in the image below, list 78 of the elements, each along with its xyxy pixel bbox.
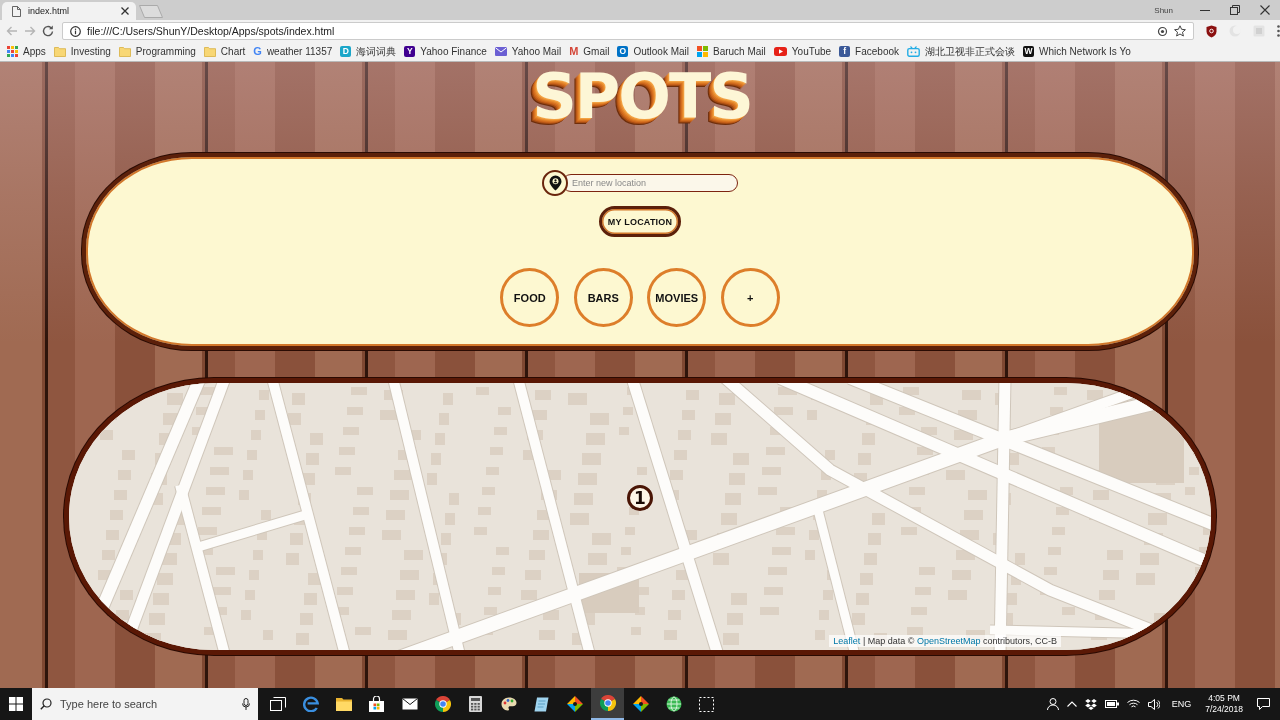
category-button[interactable]: + [720, 268, 780, 327]
restore-icon[interactable] [1230, 5, 1240, 15]
bookmark[interactable]: M Gmail [569, 46, 610, 57]
notification-icon[interactable] [1257, 698, 1270, 710]
reload-icon[interactable] [42, 25, 54, 37]
my-location-button[interactable]: MY LOCATION [598, 206, 682, 237]
taskbar-search-field[interactable]: Type here to search [32, 688, 258, 720]
attribution-link[interactable]: Leaflet [833, 636, 861, 646]
bookmark[interactable]: Baruch Mail [697, 46, 766, 57]
palette-icon[interactable] [500, 697, 517, 711]
close-icon[interactable] [121, 7, 129, 15]
globe-icon[interactable] [665, 696, 682, 712]
note-icon[interactable] [534, 696, 549, 712]
bookmark[interactable]: O Outlook Mail [617, 46, 689, 57]
bookmark[interactable]: Programming [118, 46, 196, 57]
speaker-icon[interactable] [1147, 698, 1160, 710]
logo-tile: Y [404, 46, 416, 57]
logo-tile: D [340, 46, 352, 57]
envelope-icon[interactable] [401, 698, 418, 710]
dashed-square-icon[interactable] [699, 696, 714, 712]
category-button[interactable]: BARS [573, 268, 633, 327]
shopping-bag-icon[interactable] [369, 696, 384, 712]
target-icon[interactable] [1157, 25, 1168, 37]
task-view-icon[interactable] [269, 697, 286, 711]
info-icon [70, 25, 81, 37]
bookmark[interactable]: Y Yahoo Finance [404, 46, 487, 57]
close-icon[interactable] [1260, 5, 1270, 15]
page-icon [12, 5, 21, 17]
category-button[interactable]: FOOD [500, 268, 560, 327]
folder-icon[interactable] [335, 697, 352, 711]
windows-logo-icon[interactable] [9, 697, 23, 711]
calculator-icon[interactable] [469, 696, 482, 712]
apps-grid-icon [7, 46, 18, 57]
bookmark[interactable]: G weather 11357 [253, 46, 333, 57]
diamond-icon[interactable] [566, 696, 583, 712]
clock-button[interactable]: 4:05 PM 7/24/2018 [1205, 693, 1243, 715]
chevron-up-icon[interactable] [1066, 701, 1077, 707]
bookmark[interactable]: f Facebook [839, 46, 900, 57]
logo-tile: W [1023, 46, 1035, 57]
category-button[interactable]: MOVIES [647, 268, 707, 327]
search-icon [40, 698, 52, 710]
search-input[interactable]: Type here to search [60, 696, 234, 712]
logo-tile: f [839, 46, 851, 57]
address-bar[interactable]: file:///C:/Users/ShunY/Desktop/Apps/spots/index.html [62, 22, 1194, 40]
folder-icon [203, 46, 216, 57]
language-indicator[interactable]: ENG [1171, 699, 1192, 709]
attribution-link[interactable]: OpenStreetMap [916, 636, 981, 646]
bookmark[interactable]: Chart [203, 46, 246, 57]
bookmark[interactable]: Apps [7, 46, 46, 57]
bookmark[interactable]: YouTube [773, 46, 832, 57]
four-squares-icon [697, 46, 708, 57]
browser-icon[interactable] [599, 695, 616, 711]
logo-letter: G [253, 46, 262, 57]
microphone-icon[interactable] [242, 698, 250, 710]
logo-tile: O [617, 46, 629, 57]
bookmark[interactable]: 湖北卫视非正式会谈 [907, 44, 1016, 59]
battery-icon[interactable] [1104, 700, 1119, 708]
bookmark[interactable]: D 海词词典 [340, 44, 397, 59]
map-attribution: Leaflet | Map data © OpenStreetMap contributors, CC-B [829, 635, 1061, 647]
bookmark[interactable]: W Which Network Is Yo [1023, 46, 1131, 57]
folder-icon [118, 46, 131, 57]
profile-button[interactable]: Shun [1151, 4, 1176, 16]
menu-icon[interactable] [1277, 25, 1280, 37]
folder-icon [53, 46, 66, 57]
bookmark[interactable]: Investing [53, 46, 111, 57]
four-diamonds-icon[interactable] [1084, 698, 1097, 710]
diamond-icon[interactable] [632, 696, 649, 712]
bookmark[interactable]: Yahoo Mail [494, 46, 562, 57]
minimize-icon[interactable] [1200, 9, 1210, 11]
shield-icon[interactable] [1206, 24, 1217, 38]
person-icon[interactable] [1046, 698, 1059, 710]
browser-icon[interactable] [434, 696, 451, 712]
wifi-icon[interactable] [1126, 699, 1140, 709]
location-pin-icon [542, 170, 568, 196]
star-icon[interactable] [1174, 25, 1186, 37]
browser-tab[interactable]: index.html [2, 2, 136, 20]
logo-letter: M [569, 46, 579, 57]
taskbar-button[interactable] [591, 688, 624, 720]
